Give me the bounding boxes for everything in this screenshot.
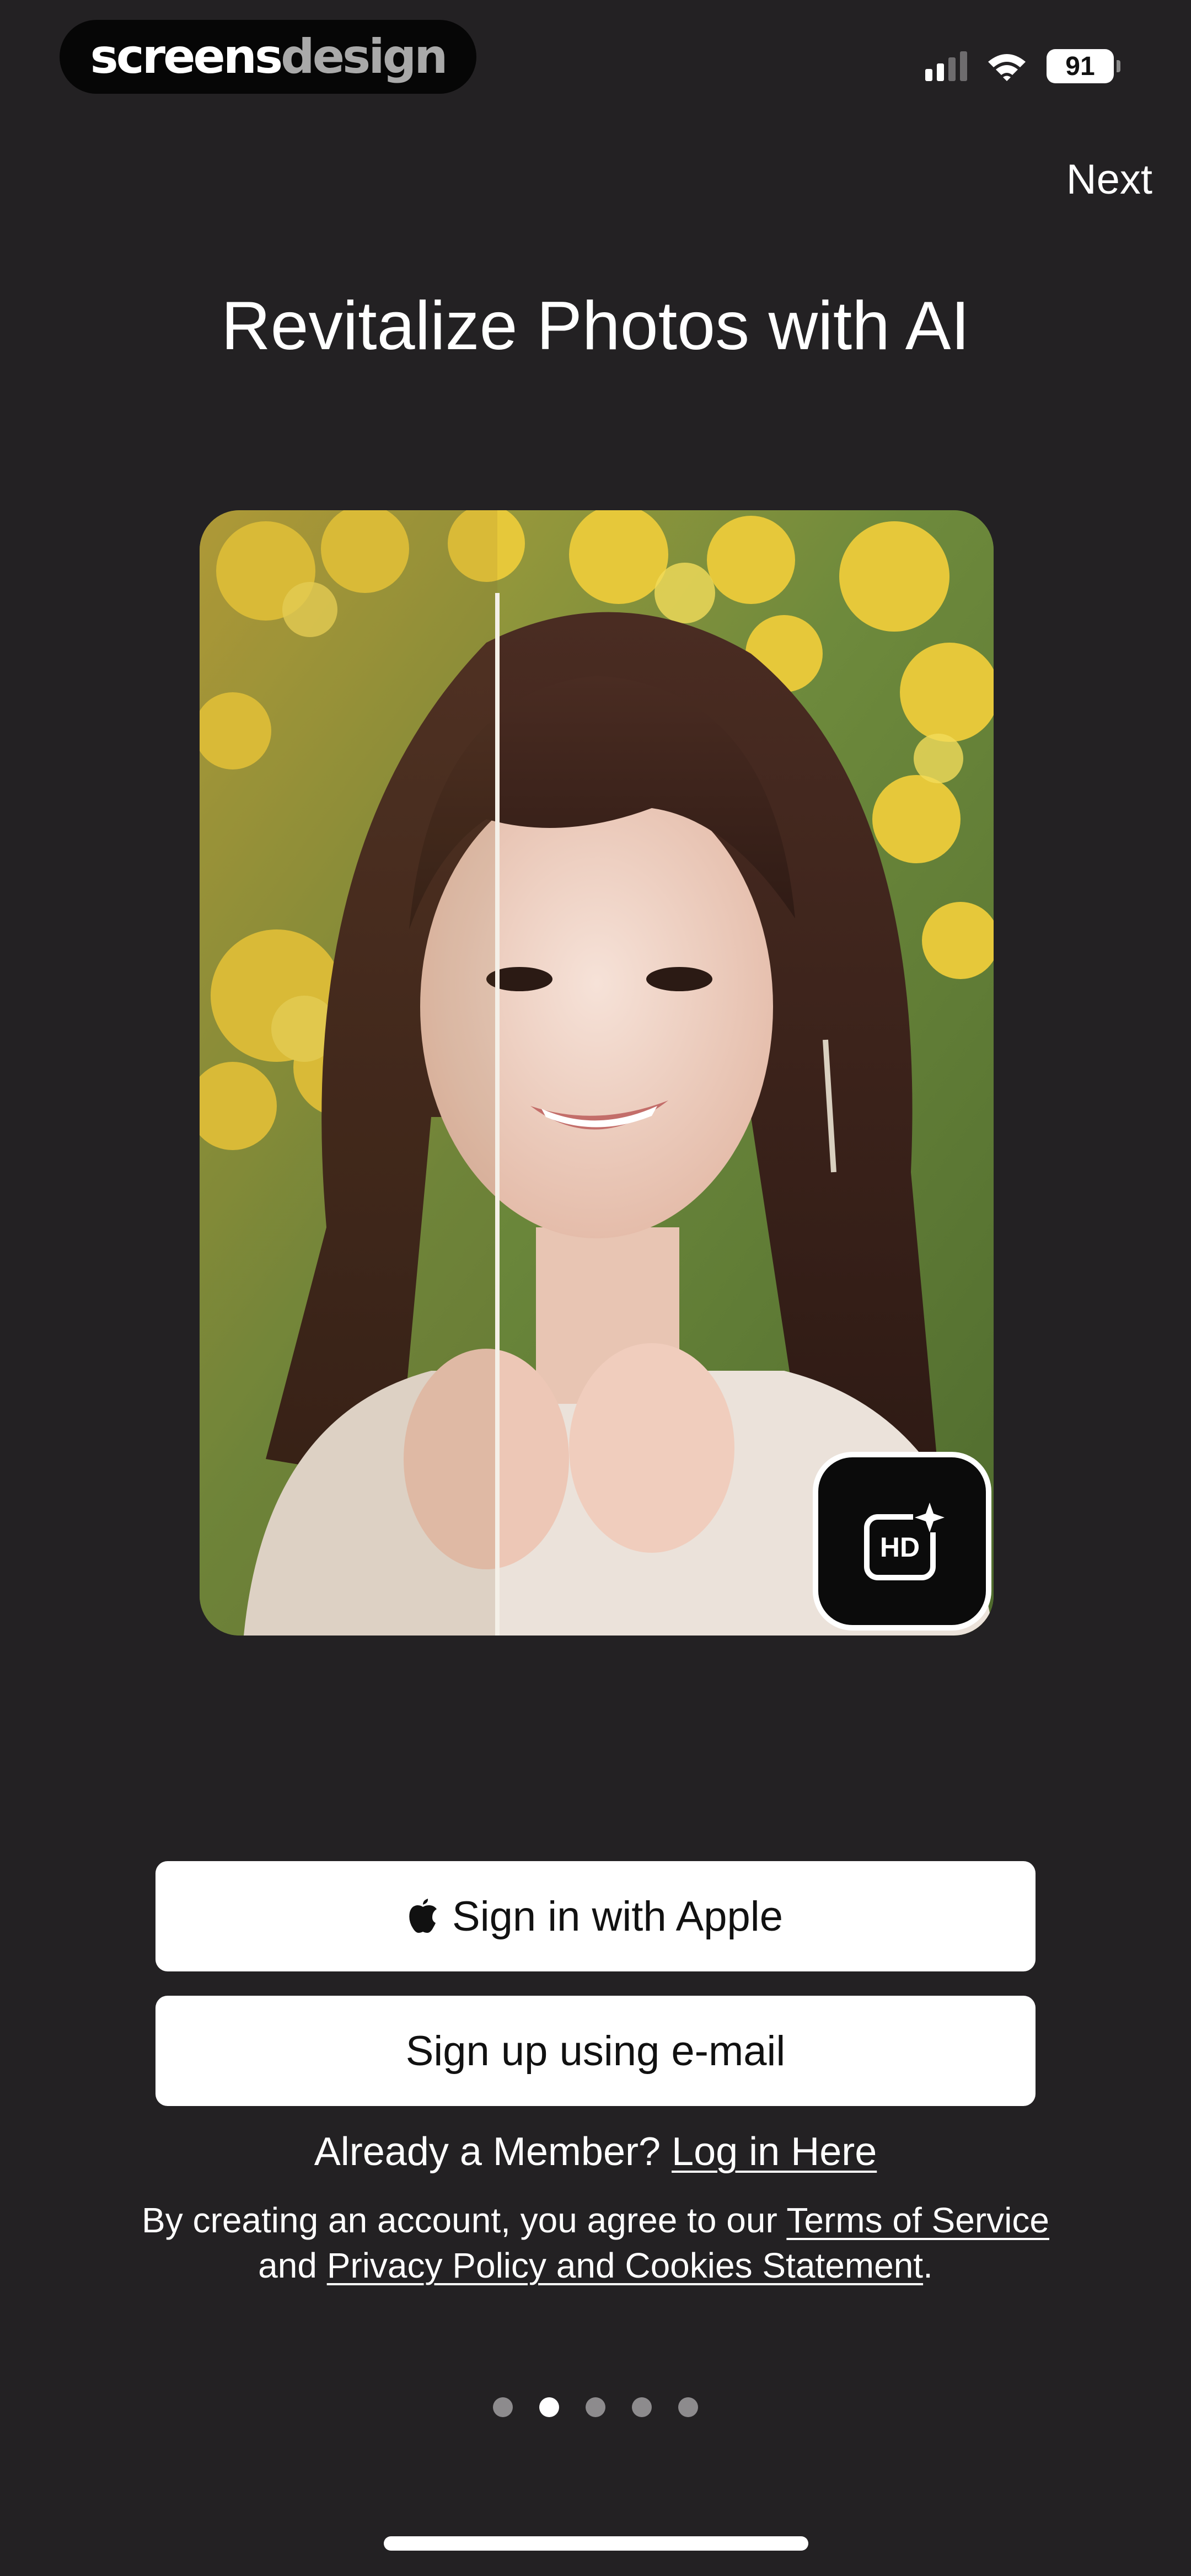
battery-level: 91: [1065, 51, 1095, 81]
page-indicator[interactable]: [0, 2397, 1191, 2417]
cellular-signal-icon: [925, 51, 967, 81]
home-indicator[interactable]: [384, 2536, 808, 2551]
login-link[interactable]: Log in Here: [672, 2130, 877, 2174]
privacy-link[interactable]: Privacy Policy and Cookies Statement: [327, 2246, 923, 2285]
apple-button-label: Sign in with Apple: [452, 1893, 783, 1940]
legal-notice: By creating an account, you agree to our…: [132, 2198, 1059, 2288]
battery-icon: 91: [1047, 49, 1120, 83]
page-dot[interactable]: [678, 2397, 698, 2417]
wifi-icon: [986, 51, 1028, 82]
page-dot[interactable]: [539, 2397, 559, 2417]
page-title: Revitalize Photos with AI: [221, 288, 970, 364]
member-prompt: Already a Member?: [314, 2130, 661, 2174]
watermark-text-secondary: design: [281, 29, 448, 84]
sign-up-email-button[interactable]: Sign up using e-mail: [155, 1996, 1036, 2106]
next-button[interactable]: Next: [1066, 156, 1152, 204]
hd-sparkle-icon: HD: [864, 1503, 946, 1580]
watermark-text-primary: screens: [90, 29, 283, 84]
legal-and: and: [258, 2246, 317, 2285]
legal-prefix: By creating an account, you agree to our: [142, 2200, 777, 2240]
svg-text:HD: HD: [880, 1532, 920, 1563]
page-dot[interactable]: [493, 2397, 513, 2417]
page-dot[interactable]: [586, 2397, 605, 2417]
sign-in-with-apple-button[interactable]: Sign in with Apple: [155, 1861, 1036, 1971]
page-dot[interactable]: [632, 2397, 652, 2417]
hd-enhance-badge: HD: [813, 1452, 991, 1631]
legal-end: .: [923, 2246, 933, 2285]
terms-link[interactable]: Terms of Service: [786, 2200, 1049, 2240]
member-login-line: Already a Member? Log in Here: [0, 2129, 1191, 2174]
email-button-label: Sign up using e-mail: [405, 2027, 786, 2075]
apple-logo-icon: [409, 1899, 437, 1933]
screensdesign-watermark: screens design: [60, 20, 476, 94]
status-bar-icons: 91: [925, 44, 1120, 88]
onboarding-screen: screens design 91 Next Revitalize Photos …: [0, 0, 1191, 2576]
